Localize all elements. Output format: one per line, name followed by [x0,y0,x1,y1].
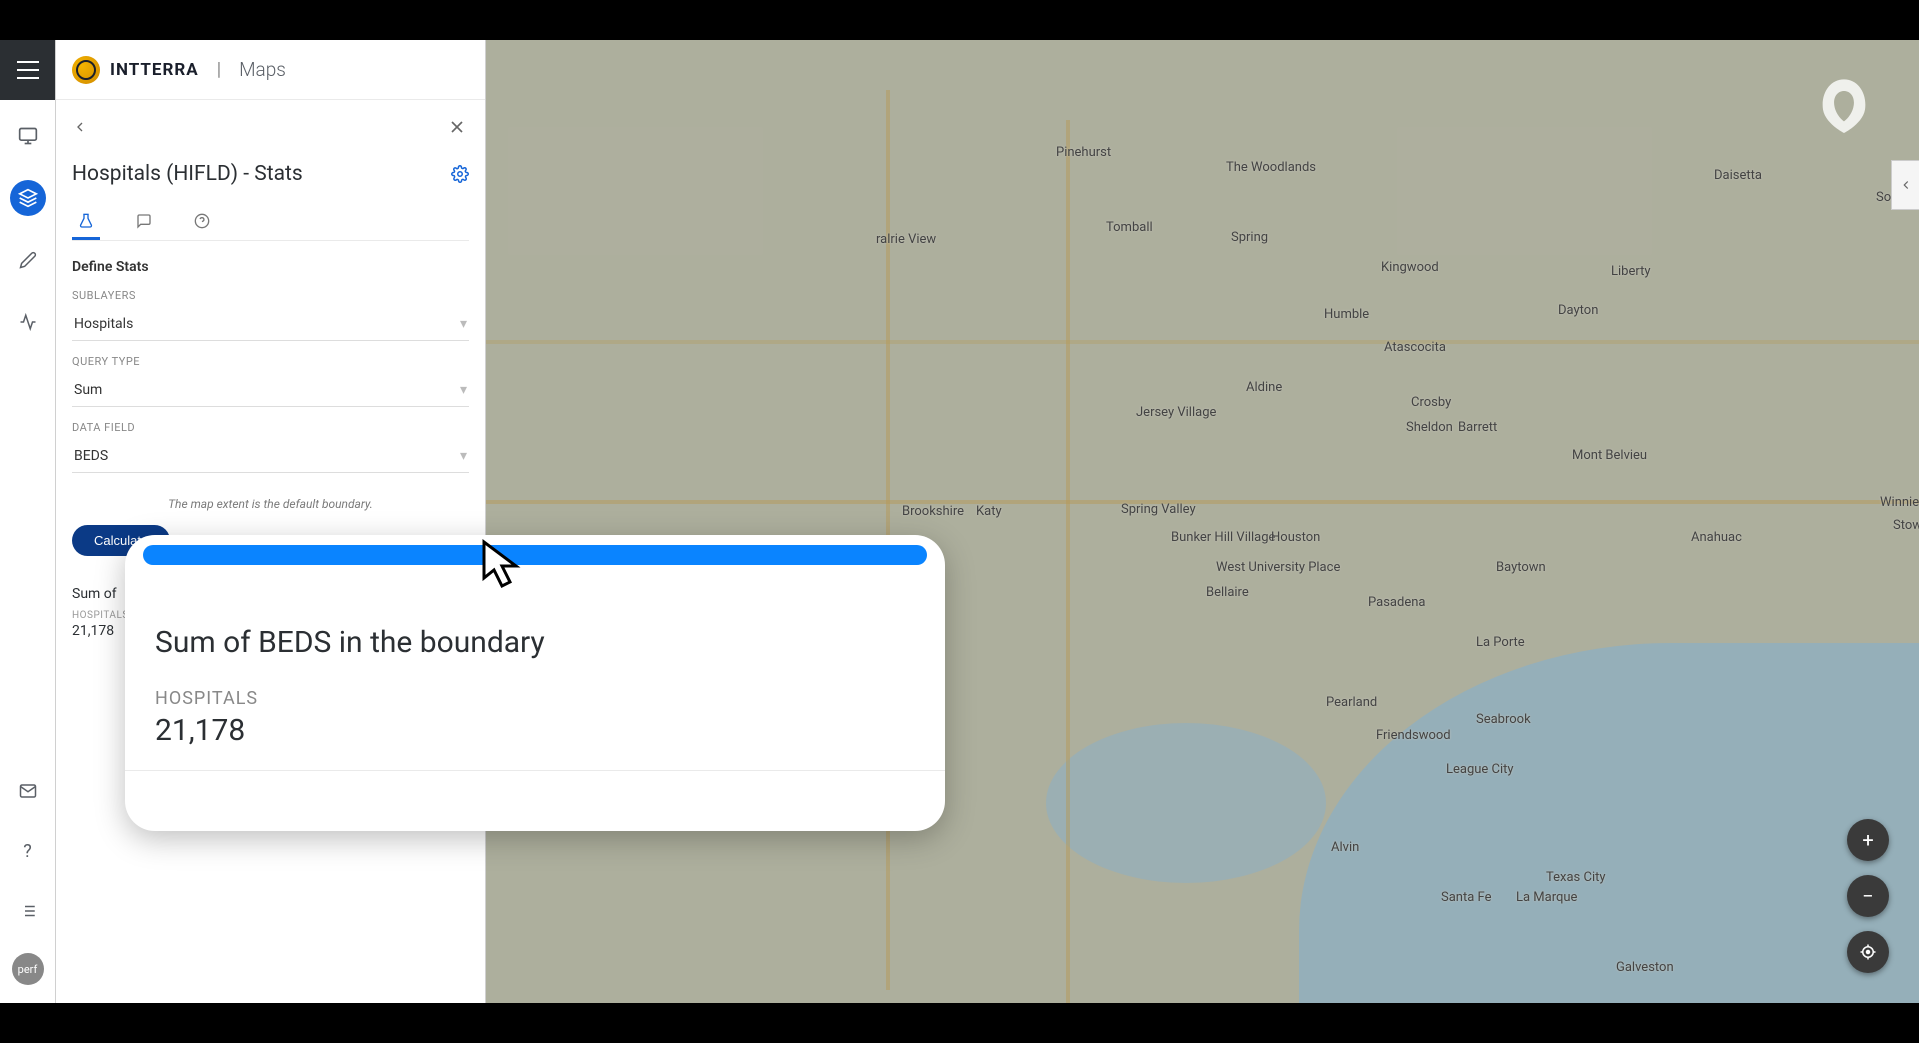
tab-flask-icon[interactable] [72,204,100,240]
popout-value: 21,178 [155,713,915,748]
gear-icon[interactable] [451,165,469,183]
side-panel: INTTERRA | Maps Hospitals (HIFLD) - Stat… [56,40,486,1003]
chevron-down-icon: ▾ [460,448,467,464]
back-chevron-icon[interactable] [72,119,88,135]
menu-icon[interactable] [17,61,39,79]
perf-badge[interactable]: perf [12,953,44,985]
chevron-down-icon: ▾ [460,316,467,332]
map-dim-overlay [486,40,1919,1003]
zoom-out-button[interactable]: − [1847,875,1889,917]
app-header: INTTERRA | Maps [56,40,485,100]
chevron-down-icon: ▾ [460,382,467,398]
close-icon[interactable] [447,117,467,137]
pencil-icon[interactable] [10,242,46,278]
tab-help-icon[interactable] [188,204,216,240]
analytics-icon[interactable] [10,304,46,340]
query-type-label: QUERY TYPE [72,355,469,368]
sublayers-select[interactable]: Hospitals ▾ [72,308,469,341]
left-icon-bar: ? perf [0,40,56,1003]
sublayers-label: SUBLAYERS [72,289,469,302]
hint-text: The map extent is the default boundary. [72,495,469,513]
section-heading: Define Stats [72,259,469,275]
map-canvas[interactable]: + − PinehurstThe WoodlandsTomballSpringK… [486,40,1919,1003]
locate-button[interactable] [1847,931,1889,973]
popout-title: Sum of BEDS in the boundary [155,625,915,660]
layers-icon[interactable] [10,180,46,216]
zoom-in-button[interactable]: + [1847,819,1889,861]
panel-title: Hospitals (HIFLD) - Stats [72,162,303,186]
monitor-icon[interactable] [10,118,46,154]
query-type-select[interactable]: Sum ▾ [72,374,469,407]
data-field-label: DATA FIELD [72,421,469,434]
list-icon[interactable] [10,893,46,929]
tab-chat-icon[interactable] [130,204,158,240]
popout-accent-bar [143,545,927,565]
popout-label: HOSPITALS [155,688,915,709]
logo-icon [72,56,100,84]
help-icon[interactable]: ? [10,833,46,869]
mail-icon[interactable] [10,773,46,809]
brand-name: INTTERRA [110,60,199,80]
header-section: Maps [239,58,286,81]
data-field-select[interactable]: BEDS ▾ [72,440,469,473]
result-popout: Sum of BEDS in the boundary HOSPITALS 21… [125,535,945,831]
watermark-logo-icon [1809,70,1879,130]
right-panel-collapse[interactable] [1891,160,1919,210]
